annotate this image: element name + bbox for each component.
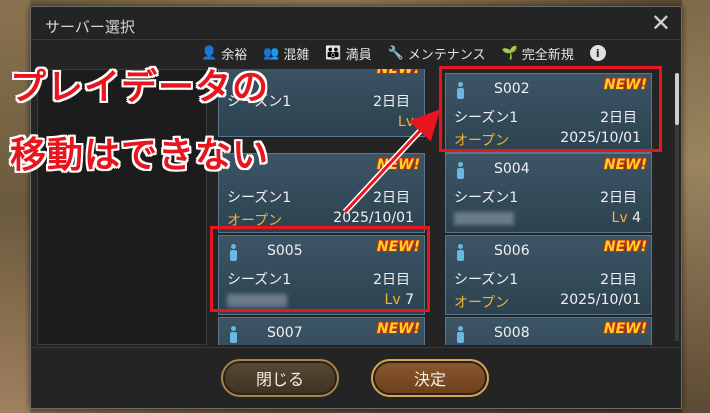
- annotation-line1: プレイデータの: [10, 67, 270, 108]
- annotation-line2: 移動はできない: [10, 135, 270, 176]
